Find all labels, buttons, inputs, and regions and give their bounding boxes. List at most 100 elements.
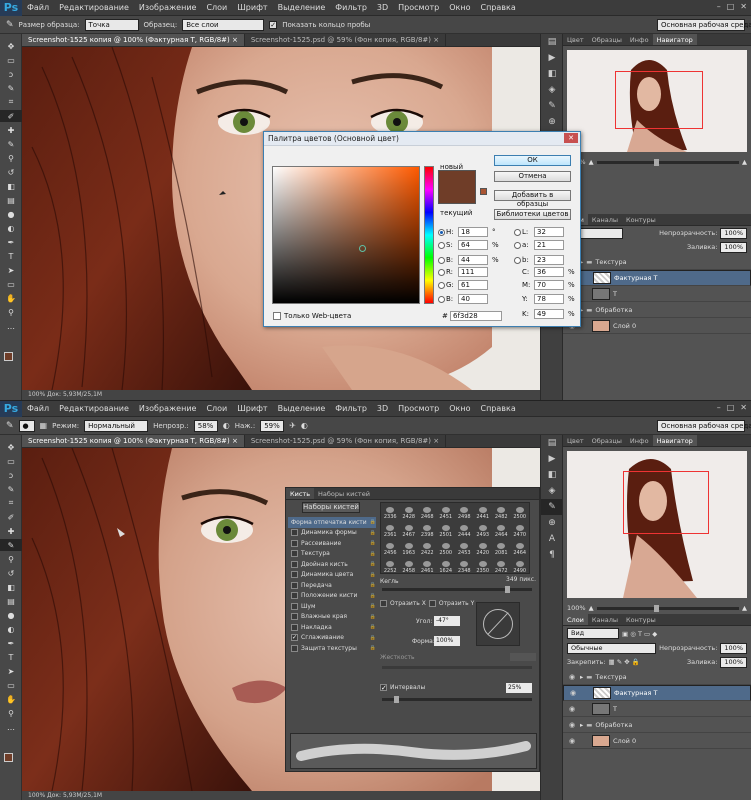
brush-setting-checkbox[interactable] <box>291 581 298 589</box>
brush-tips-grid[interactable]: 2336 2428 2468 2451 2498 2441 2482 2500 2361 2467… <box>380 502 530 574</box>
color-libraries-button[interactable]: Библиотеки цветов <box>494 209 571 220</box>
brush-tool-icon[interactable]: ✎ <box>0 138 22 150</box>
brush-tip[interactable]: 2422 <box>418 539 437 557</box>
gradient-tool-icon[interactable]: ▤ <box>0 595 22 607</box>
layer-row[interactable]: ◉Фактурная Т <box>563 270 751 286</box>
tab-navigator[interactable]: Навигатор <box>652 34 697 45</box>
clone-source-icon[interactable]: ⊕ <box>541 114 563 130</box>
history-icon[interactable]: ▤ <box>541 435 563 451</box>
hardness-slider[interactable] <box>382 666 532 669</box>
navigator-view-box[interactable] <box>615 71 703 129</box>
tab-swatches[interactable]: Образцы <box>588 435 626 446</box>
group-expand-icon[interactable]: ▸ <box>580 721 583 729</box>
menu-item[interactable]: Окно <box>444 401 475 417</box>
brush-tool-icon[interactable]: ✎ <box>0 539 22 551</box>
menu-item[interactable]: 3D <box>372 401 393 417</box>
brush-setting-checkbox[interactable] <box>291 644 298 652</box>
menu-item[interactable]: Просмотр <box>393 0 444 16</box>
menu-item[interactable]: Редактирование <box>54 0 134 16</box>
filter-icons[interactable]: ▣ ◎ T ▭ ◆ <box>622 630 657 638</box>
tab-swatches[interactable]: Образцы <box>588 34 626 45</box>
layer-row[interactable]: ◉Т <box>563 701 751 717</box>
field-B[interactable]: 44 <box>458 255 488 265</box>
ok-button[interactable]: ОК <box>494 155 571 166</box>
brush-tip[interactable]: 2441 <box>474 503 493 521</box>
brush-tip[interactable]: 2350 <box>474 557 493 573</box>
layer-row[interactable]: ◉▸▬Текстура <box>563 254 751 270</box>
zoom-tool-icon[interactable]: ⚲ <box>0 707 22 719</box>
brush-tip[interactable]: 2467 <box>400 521 419 539</box>
web-colors-checkbox[interactable] <box>273 312 281 320</box>
character-icon[interactable]: A <box>541 531 563 547</box>
maximize-icon[interactable]: □ <box>727 403 735 412</box>
brush-tip[interactable]: 2464 <box>492 521 511 539</box>
layer-row[interactable]: ◉Т <box>563 286 751 302</box>
hand-tool-icon[interactable]: ✋ <box>0 693 22 705</box>
brush-tip[interactable]: 2458 <box>400 557 419 573</box>
close-icon[interactable]: ✕ <box>740 2 747 11</box>
foreground-color-swatch[interactable] <box>4 753 13 762</box>
radio-L[interactable] <box>514 229 521 236</box>
zoom-in-icon[interactable]: ▲ <box>742 604 747 612</box>
dodge-tool-icon[interactable]: ◐ <box>0 222 22 234</box>
visibility-eye-icon[interactable]: ◉ <box>568 688 578 698</box>
visibility-eye-icon[interactable]: ◉ <box>567 737 577 745</box>
field-Y[interactable]: 78 <box>534 294 564 304</box>
tab-document-2[interactable]: Screenshot-1525.psd @ 59% (Фон копия, RG… <box>245 435 447 447</box>
saturation-brightness-field[interactable] <box>272 166 420 304</box>
layers-filter-select[interactable]: Вид <box>567 628 619 639</box>
brush-setting-checkbox[interactable] <box>291 592 298 600</box>
field-Bv[interactable]: 40 <box>458 294 488 304</box>
flip-x-checkbox[interactable] <box>380 600 387 607</box>
navigator-zoom-slider[interactable] <box>596 604 739 612</box>
brush-tip[interactable]: 2420 <box>474 539 493 557</box>
brush-angle-widget[interactable] <box>476 602 520 646</box>
radio-S[interactable] <box>438 242 445 249</box>
brush-tip[interactable]: 2453 <box>455 539 474 557</box>
brush-setting-checkbox[interactable]: ✓ <box>291 634 298 642</box>
lock-icon[interactable]: 🔒 <box>370 582 376 588</box>
maximize-icon[interactable]: □ <box>727 2 735 11</box>
menu-item[interactable]: Слои <box>201 401 232 417</box>
color-selector-ring[interactable] <box>359 245 366 252</box>
field-G[interactable]: 61 <box>458 280 488 290</box>
field-L[interactable]: 32 <box>534 227 564 237</box>
brush-tip[interactable]: 2490 <box>511 557 530 573</box>
brush-tip[interactable]: 2336 <box>381 503 400 521</box>
navigator-thumbnail[interactable] <box>567 451 747 598</box>
3d-icon[interactable]: ◈ <box>541 483 563 499</box>
flip-y-checkbox[interactable] <box>428 600 436 607</box>
clone-stamp-icon[interactable]: ⚲ <box>0 152 22 164</box>
tab-paths[interactable]: Контуры <box>622 614 660 625</box>
brush-tip[interactable]: 2500 <box>511 503 530 521</box>
brush-setting-item[interactable]: Рассеивание 🔒 <box>288 538 376 549</box>
pressure-opacity-icon[interactable]: ◐ <box>223 421 230 430</box>
blend-mode-select[interactable]: Обычные <box>567 642 657 654</box>
tab-info[interactable]: Инфо <box>626 34 653 45</box>
field-M[interactable]: 70 <box>534 280 564 290</box>
zoom-tool-icon[interactable]: ⚲ <box>0 306 22 318</box>
add-to-swatches-button[interactable]: Добавить в образцы <box>494 190 571 208</box>
menu-item[interactable]: Справка <box>475 0 520 16</box>
marquee-tool-icon[interactable]: ▭ <box>0 455 22 467</box>
radio-R[interactable] <box>438 269 445 276</box>
spacing-input[interactable]: 25% <box>506 683 532 693</box>
workspace-select[interactable]: Основная рабочая среда <box>657 419 751 432</box>
lock-icon[interactable]: 🔒 <box>370 614 376 620</box>
menu-item[interactable]: Выделение <box>273 401 331 417</box>
menu-item[interactable]: Фильтр <box>330 401 372 417</box>
more-tools-icon[interactable]: … <box>0 721 22 733</box>
actions-icon[interactable]: ▶ <box>541 50 563 66</box>
cancel-button[interactable]: Отмена <box>494 171 571 182</box>
mode-select[interactable]: Нормальный <box>84 419 149 432</box>
group-expand-icon[interactable]: ▸ <box>580 673 583 681</box>
eraser-tool-icon[interactable]: ◧ <box>0 180 22 192</box>
brush-tip[interactable]: 2348 <box>455 557 474 573</box>
lock-icon[interactable]: 🔒 <box>370 530 376 536</box>
history-brush-icon[interactable]: ↺ <box>0 567 22 579</box>
dialog-close-icon[interactable]: ✕ <box>564 133 578 143</box>
navigator-thumbnail[interactable] <box>567 50 747 152</box>
radio-b[interactable] <box>514 257 521 264</box>
brush-tip[interactable]: 2461 <box>418 557 437 573</box>
pen-tool-icon[interactable]: ✒ <box>0 236 22 248</box>
